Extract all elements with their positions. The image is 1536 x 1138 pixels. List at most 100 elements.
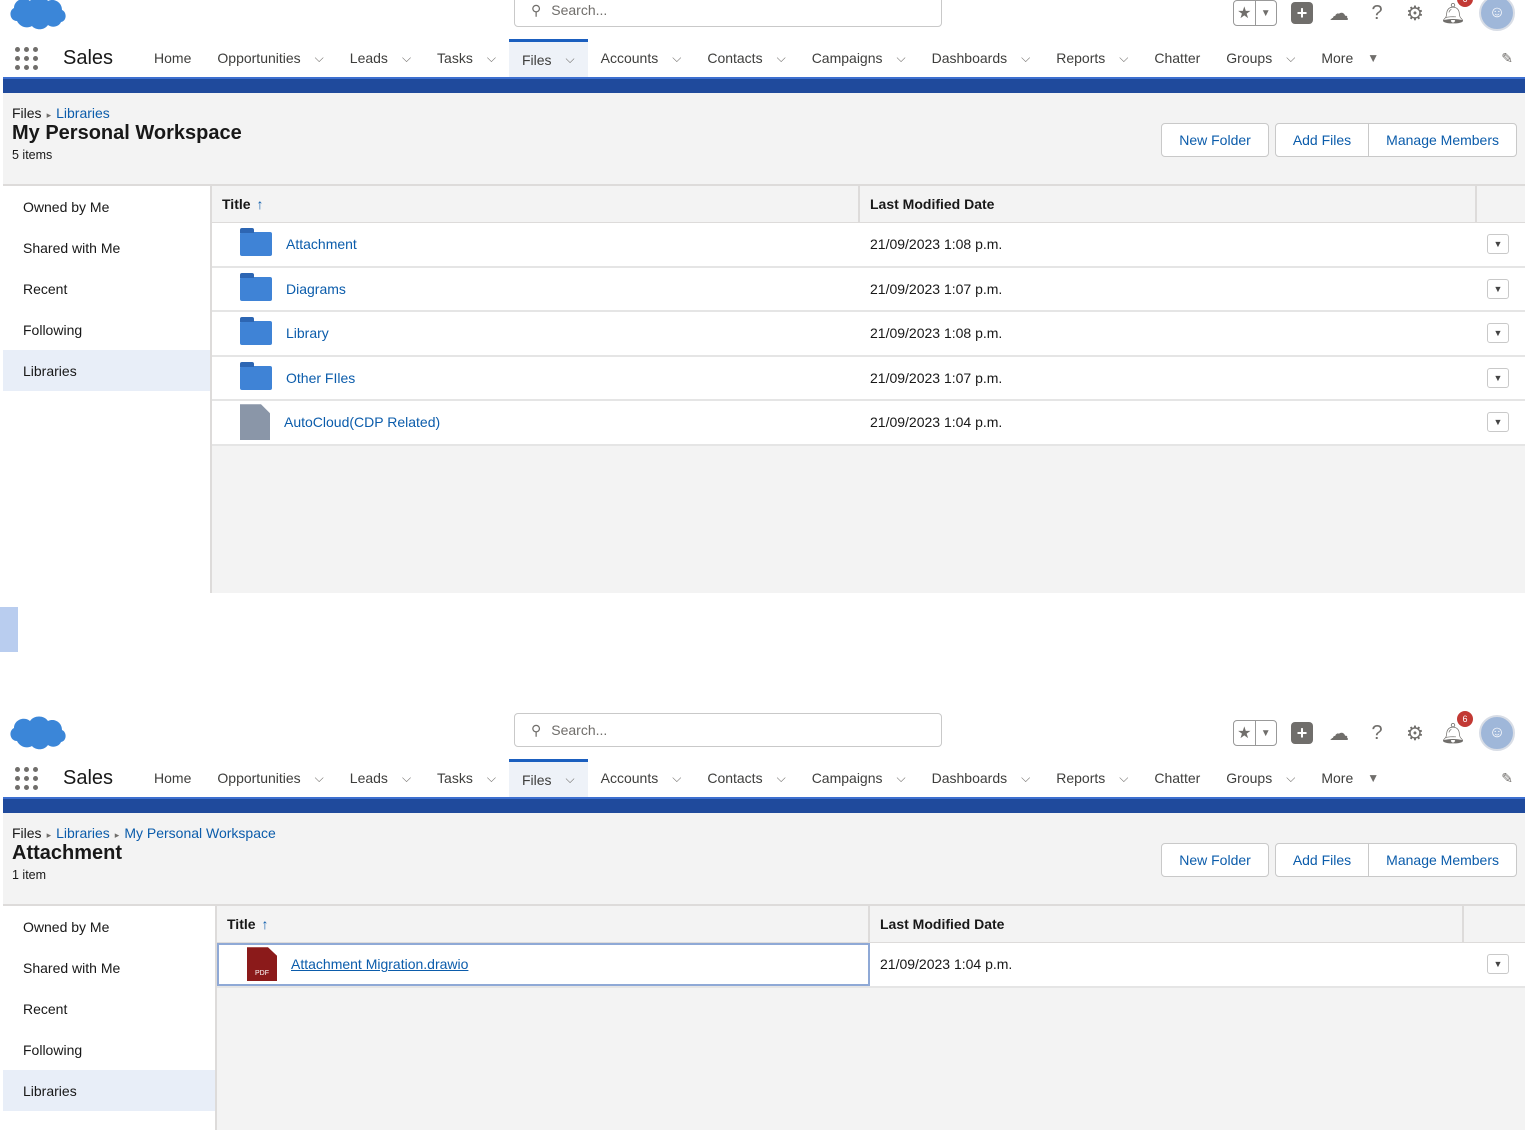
tab-reports[interactable]: Reports⌵ <box>1043 759 1141 797</box>
chevron-down-icon[interactable]: ⌵ <box>1119 51 1128 66</box>
notifications-bell-icon[interactable]: 🔔︎6 <box>1441 721 1465 745</box>
file-title-link[interactable]: Attachment <box>286 236 357 252</box>
avatar[interactable]: ☺ <box>1479 0 1515 31</box>
sidebar-item-libraries[interactable]: Libraries <box>3 350 210 391</box>
tab-chatter[interactable]: Chatter <box>1141 759 1213 797</box>
chevron-down-icon[interactable]: ⌵ <box>487 771 496 786</box>
chevron-down-icon[interactable]: ⌵ <box>402 51 411 66</box>
manage-members-button[interactable]: Manage Members <box>1368 843 1517 877</box>
global-search-input[interactable]: ⚲Search... <box>514 713 942 747</box>
breadcrumb-link[interactable]: My Personal Workspace <box>124 825 275 841</box>
global-search-input[interactable]: ⚲Search... <box>514 0 942 27</box>
chevron-down-icon[interactable]: ⌵ <box>897 771 906 786</box>
chevron-down-icon[interactable]: ⌵ <box>777 51 786 66</box>
breadcrumb-link[interactable]: Libraries <box>56 105 110 121</box>
tab-campaigns[interactable]: Campaigns⌵ <box>799 39 919 77</box>
tab-more[interactable]: More▼ <box>1308 39 1392 77</box>
chevron-down-icon[interactable]: ⌵ <box>1021 51 1030 66</box>
tab-tasks[interactable]: Tasks⌵ <box>424 759 509 797</box>
table-row[interactable]: Other FIles21/09/2023 1:07 p.m.▼ <box>212 357 1525 402</box>
chevron-down-icon[interactable]: ⌵ <box>566 52 575 67</box>
trailhead-icon[interactable]: ☁ <box>1327 1 1351 25</box>
tab-dashboards[interactable]: Dashboards⌵ <box>919 39 1044 77</box>
tab-more[interactable]: More▼ <box>1308 759 1392 797</box>
file-title-link[interactable]: Library <box>286 325 329 341</box>
app-launcher-icon[interactable] <box>15 767 39 790</box>
favorites-icon[interactable]: ★▼ <box>1233 0 1277 26</box>
edit-nav-pencil-icon[interactable]: ✎ <box>1501 50 1513 67</box>
row-actions-dropdown[interactable]: ▼ <box>1487 954 1509 974</box>
sidebar-item-shared-with-me[interactable]: Shared with Me <box>3 947 215 988</box>
file-title-link[interactable]: Diagrams <box>286 281 346 297</box>
sidebar-item-following[interactable]: Following <box>3 309 210 350</box>
table-row[interactable]: Library21/09/2023 1:08 p.m.▼ <box>212 312 1525 357</box>
avatar[interactable]: ☺ <box>1479 715 1515 751</box>
new-folder-button[interactable]: New Folder <box>1161 123 1269 157</box>
tab-leads[interactable]: Leads⌵ <box>337 759 424 797</box>
setup-gear-icon[interactable]: ⚙ <box>1403 1 1427 25</box>
tab-groups[interactable]: Groups⌵ <box>1213 39 1308 77</box>
tab-home[interactable]: Home <box>141 39 204 77</box>
sidebar-item-shared-with-me[interactable]: Shared with Me <box>3 227 210 268</box>
tab-campaigns[interactable]: Campaigns⌵ <box>799 759 919 797</box>
chevron-down-icon[interactable]: ⌵ <box>777 771 786 786</box>
table-row[interactable]: Diagrams21/09/2023 1:07 p.m.▼ <box>212 268 1525 313</box>
sidebar-item-recent[interactable]: Recent <box>3 988 215 1029</box>
tab-tasks[interactable]: Tasks⌵ <box>424 39 509 77</box>
file-title-link[interactable]: Other FIles <box>286 370 355 386</box>
tab-accounts[interactable]: Accounts⌵ <box>588 759 695 797</box>
manage-members-button[interactable]: Manage Members <box>1368 123 1517 157</box>
breadcrumb-link[interactable]: Libraries <box>56 825 110 841</box>
salesforce-logo-icon[interactable] <box>7 709 69 751</box>
edit-nav-pencil-icon[interactable]: ✎ <box>1501 770 1513 787</box>
favorites-icon[interactable]: ★▼ <box>1233 720 1277 746</box>
new-folder-button[interactable]: New Folder <box>1161 843 1269 877</box>
tab-files[interactable]: Files⌵ <box>509 39 588 77</box>
global-actions-icon[interactable]: + <box>1291 722 1313 744</box>
column-header-title[interactable]: Title↑ <box>217 906 870 942</box>
column-header-last-modified[interactable]: Last Modified Date <box>860 186 1477 222</box>
tab-chatter[interactable]: Chatter <box>1141 39 1213 77</box>
column-header-title[interactable]: Title↑ <box>212 186 860 222</box>
row-actions-dropdown[interactable]: ▼ <box>1487 279 1509 299</box>
chevron-down-icon[interactable]: ⌵ <box>897 51 906 66</box>
row-actions-dropdown[interactable]: ▼ <box>1487 412 1509 432</box>
tab-files[interactable]: Files⌵ <box>509 759 588 797</box>
file-title-link[interactable]: AutoCloud(CDP Related) <box>284 414 440 430</box>
tab-leads[interactable]: Leads⌵ <box>337 39 424 77</box>
global-actions-icon[interactable]: + <box>1291 2 1313 24</box>
sidebar-item-recent[interactable]: Recent <box>3 268 210 309</box>
file-title-link[interactable]: Attachment Migration.drawio <box>291 956 468 972</box>
chevron-down-icon[interactable]: ⌵ <box>402 771 411 786</box>
tab-reports[interactable]: Reports⌵ <box>1043 39 1141 77</box>
tab-dashboards[interactable]: Dashboards⌵ <box>919 759 1044 797</box>
notifications-bell-icon[interactable]: 🔔︎6 <box>1441 1 1465 25</box>
chevron-down-icon[interactable]: ⌵ <box>566 772 575 787</box>
tab-contacts[interactable]: Contacts⌵ <box>694 759 798 797</box>
table-row[interactable]: AutoCloud(CDP Related)21/09/2023 1:04 p.… <box>212 401 1525 446</box>
chevron-down-icon[interactable]: ⌵ <box>1021 771 1030 786</box>
row-actions-dropdown[interactable]: ▼ <box>1487 368 1509 388</box>
sidebar-item-owned-by-me[interactable]: Owned by Me <box>3 906 215 947</box>
chevron-down-icon[interactable]: ⌵ <box>315 51 324 66</box>
setup-gear-icon[interactable]: ⚙ <box>1403 721 1427 745</box>
tab-home[interactable]: Home <box>141 759 204 797</box>
chevron-down-icon[interactable]: ⌵ <box>672 51 681 66</box>
tab-groups[interactable]: Groups⌵ <box>1213 759 1308 797</box>
chevron-down-icon[interactable]: ⌵ <box>1119 771 1128 786</box>
chevron-down-icon[interactable]: ⌵ <box>487 51 496 66</box>
row-actions-dropdown[interactable]: ▼ <box>1487 234 1509 254</box>
tab-accounts[interactable]: Accounts⌵ <box>588 39 695 77</box>
column-header-last-modified[interactable]: Last Modified Date <box>870 906 1464 942</box>
chevron-down-icon[interactable]: ⌵ <box>1286 51 1295 66</box>
trailhead-icon[interactable]: ☁ <box>1327 721 1351 745</box>
chevron-down-icon[interactable]: ⌵ <box>1286 771 1295 786</box>
tab-opportunities[interactable]: Opportunities⌵ <box>204 39 336 77</box>
table-row[interactable]: Attachment21/09/2023 1:08 p.m.▼ <box>212 223 1525 268</box>
chevron-down-icon[interactable]: ⌵ <box>672 771 681 786</box>
sidebar-item-owned-by-me[interactable]: Owned by Me <box>3 186 210 227</box>
app-launcher-icon[interactable] <box>15 47 39 70</box>
help-icon[interactable]: ? <box>1365 1 1389 25</box>
sidebar-item-libraries[interactable]: Libraries <box>3 1070 215 1111</box>
tab-contacts[interactable]: Contacts⌵ <box>694 39 798 77</box>
